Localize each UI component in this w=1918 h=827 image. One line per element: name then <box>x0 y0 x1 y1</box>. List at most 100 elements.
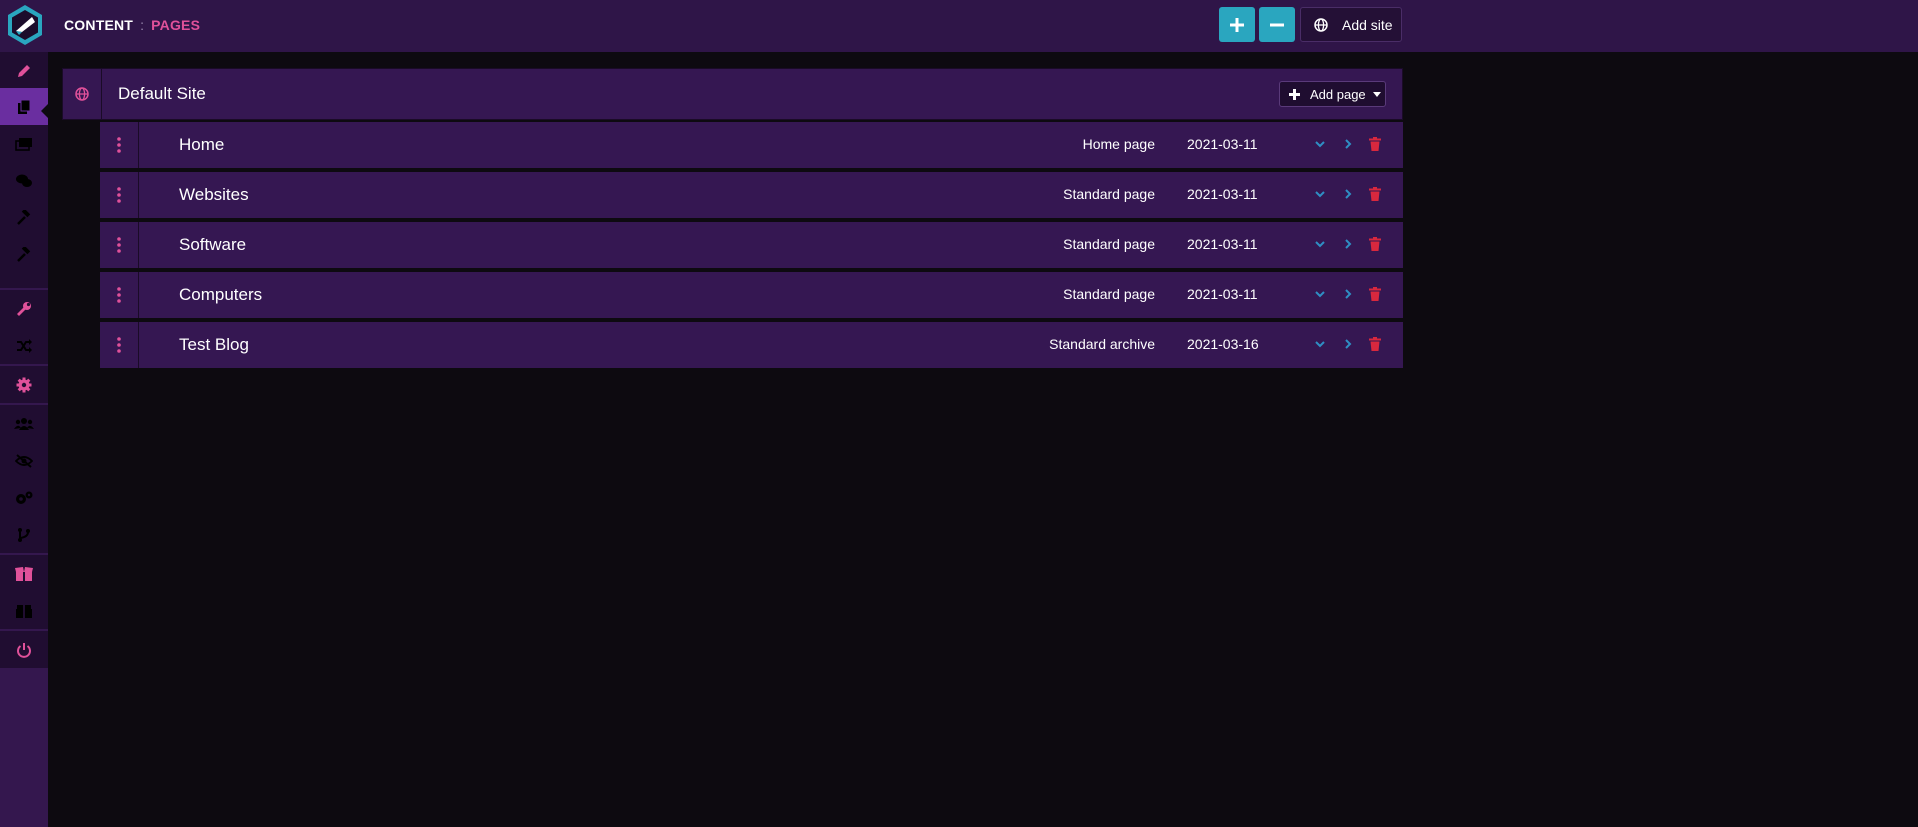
cogs-icon <box>16 491 33 504</box>
add-site-label: Add site <box>1342 16 1393 33</box>
open-button[interactable] <box>1341 336 1355 352</box>
page-title-link[interactable]: Test Blog <box>179 335 249 355</box>
table-row: Computers Standard page 2021-03-11 <box>100 270 1403 318</box>
page-type: Standard page <box>1063 236 1155 252</box>
expand-button[interactable] <box>1313 286 1327 302</box>
sidebar-item-build-2[interactable] <box>0 236 48 273</box>
wrench-icon <box>17 301 31 316</box>
add-page-label: Add page <box>1310 86 1366 102</box>
page-date: 2021-03-11 <box>1187 236 1258 252</box>
delete-button[interactable] <box>1368 286 1382 302</box>
sidebar <box>0 52 48 827</box>
expand-button[interactable] <box>1313 136 1327 152</box>
logo[interactable] <box>2 2 48 48</box>
delete-button[interactable] <box>1368 336 1382 352</box>
sidebar-item-redirects[interactable] <box>0 327 48 364</box>
plus-icon <box>1230 17 1244 32</box>
sidebar-item-config[interactable] <box>0 479 48 516</box>
site-header: Default Site Add page <box>62 68 1403 120</box>
open-button[interactable] <box>1341 136 1355 152</box>
drag-handle[interactable] <box>100 122 139 168</box>
expand-all-button[interactable] <box>1219 7 1255 42</box>
trash-icon <box>1369 337 1381 351</box>
page-title-link[interactable]: Home <box>179 135 224 155</box>
power-icon <box>17 642 31 658</box>
collapse-all-button[interactable] <box>1259 7 1295 42</box>
media-icon <box>15 137 32 151</box>
drag-handle[interactable] <box>100 222 139 268</box>
gear-icon <box>16 377 32 392</box>
drag-handle-icon <box>117 187 121 203</box>
pencil-icon <box>18 64 30 77</box>
trash-icon <box>1369 237 1381 251</box>
drag-handle-icon <box>117 137 121 153</box>
page-type: Home page <box>1082 136 1155 152</box>
add-site-button[interactable]: Add site <box>1300 7 1402 42</box>
page-title-link[interactable]: Software <box>179 235 246 255</box>
drag-handle-icon <box>117 287 121 303</box>
chevron-right-icon <box>1344 189 1351 199</box>
sidebar-item-settings[interactable] <box>0 366 48 403</box>
users-icon <box>14 417 34 430</box>
package-open-icon <box>15 566 33 581</box>
drag-handle-icon <box>117 337 121 353</box>
comments-icon <box>16 174 32 187</box>
hammer-icon <box>17 246 31 262</box>
page-date: 2021-03-11 <box>1187 186 1258 202</box>
caret-down-icon <box>1372 91 1381 97</box>
sidebar-item-media[interactable] <box>0 125 48 162</box>
shuffle-icon <box>17 338 32 353</box>
table-row: Home Home page 2021-03-11 <box>100 120 1403 168</box>
chevron-down-icon <box>1315 290 1325 297</box>
delete-button[interactable] <box>1368 186 1382 202</box>
expand-button[interactable] <box>1313 336 1327 352</box>
page-type: Standard archive <box>1049 336 1155 352</box>
chevron-right-icon <box>1344 339 1351 349</box>
chevron-right-icon <box>1344 289 1351 299</box>
sidebar-item-logout[interactable] <box>0 631 48 668</box>
chevron-down-icon <box>1315 140 1325 147</box>
table-row: Software Standard page 2021-03-11 <box>100 220 1403 268</box>
sidebar-item-privacy[interactable] <box>0 442 48 479</box>
trash-icon <box>1369 287 1381 301</box>
site-icon-cell <box>63 69 102 119</box>
trash-icon <box>1369 187 1381 201</box>
sidebar-item-edit[interactable] <box>0 52 48 89</box>
sidebar-item-users[interactable] <box>0 405 48 442</box>
table-row: Test Blog Standard archive 2021-03-16 <box>100 320 1403 368</box>
chevron-down-icon <box>1315 240 1325 247</box>
drag-handle[interactable] <box>100 272 139 318</box>
plus-icon <box>1289 88 1300 100</box>
delete-button[interactable] <box>1368 136 1382 152</box>
add-page-button[interactable]: Add page <box>1279 81 1386 107</box>
sidebar-item-tools[interactable] <box>0 290 48 327</box>
sidebar-item-build[interactable] <box>0 199 48 236</box>
branch-icon <box>18 527 30 542</box>
delete-button[interactable] <box>1368 236 1382 252</box>
chevron-right-icon <box>1344 139 1351 149</box>
eye-slash-icon <box>15 453 33 468</box>
expand-button[interactable] <box>1313 236 1327 252</box>
page-title-link[interactable]: Websites <box>179 185 249 205</box>
page-date: 2021-03-11 <box>1187 136 1258 152</box>
chevron-down-icon <box>1315 340 1325 347</box>
globe-icon <box>1314 17 1328 32</box>
sidebar-item-comments[interactable] <box>0 162 48 199</box>
trash-icon <box>1369 137 1381 151</box>
chevron-down-icon <box>1315 190 1325 197</box>
drag-handle[interactable] <box>100 172 139 218</box>
page-title-link[interactable]: Computers <box>179 285 262 305</box>
sidebar-item-versions[interactable] <box>0 516 48 553</box>
sidebar-item-packages[interactable] <box>0 592 48 629</box>
open-button[interactable] <box>1341 236 1355 252</box>
hammer-icon <box>17 209 31 225</box>
open-button[interactable] <box>1341 186 1355 202</box>
drag-handle[interactable] <box>100 322 139 368</box>
breadcrumb-section: CONTENT <box>64 17 134 33</box>
globe-icon <box>75 87 89 101</box>
open-button[interactable] <box>1341 286 1355 302</box>
page-date: 2021-03-11 <box>1187 286 1258 302</box>
expand-button[interactable] <box>1313 186 1327 202</box>
sidebar-item-modules[interactable] <box>0 555 48 592</box>
table-row: Websites Standard page 2021-03-11 <box>100 170 1403 218</box>
